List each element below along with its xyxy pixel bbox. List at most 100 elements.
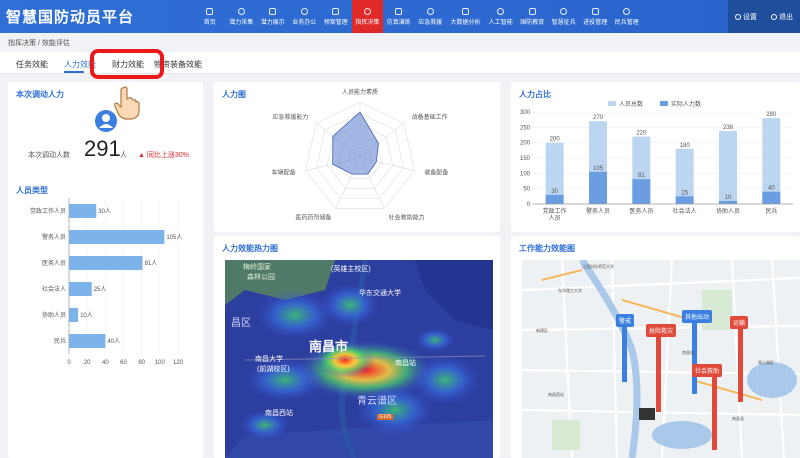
trend-badge: ▲ 同比上涨30% <box>138 150 189 160</box>
y-tick-label: 150 <box>520 156 531 162</box>
nav-item-0[interactable]: 首页 <box>194 0 226 33</box>
bar-1-1[interactable] <box>589 171 607 204</box>
annotation-highlight-box <box>90 49 164 79</box>
map-label-university-2: (前湖校区) <box>257 366 290 373</box>
map-place-0: 江西科技师范大学 <box>582 264 614 269</box>
nav-item-label: 业务办公 <box>292 19 317 26</box>
bar-2[interactable] <box>69 256 143 270</box>
breadcrumb-parent[interactable]: 指挥决策 <box>8 40 36 47</box>
bar-5[interactable] <box>69 334 106 348</box>
nav-item-4[interactable]: 预案管理 <box>320 0 352 33</box>
bar-1-2[interactable] <box>632 179 651 204</box>
nav-item-12[interactable]: 进役管理 <box>580 0 612 33</box>
work-map[interactable]: 警戒 抢险救灾 其他出动 运输 社会救助 江西科技师范大学 南昌站 青山湖区 东… <box>522 260 800 458</box>
nav-item-1[interactable]: 潜力采集 <box>226 0 258 33</box>
active-tab-indicator <box>64 71 84 73</box>
category-label: 警务人员 <box>42 233 66 241</box>
flag-social-aid[interactable]: 社会救助 <box>692 364 723 377</box>
bar-value-label: 200 <box>550 137 561 143</box>
nav-item-7[interactable]: 应急救援 <box>415 0 447 33</box>
bar-0[interactable] <box>69 204 97 218</box>
bar-0-4[interactable] <box>719 131 737 204</box>
nav-item-icon <box>462 7 469 15</box>
nav-item-icon <box>426 7 434 15</box>
radar-series-area[interactable] <box>332 111 379 175</box>
bar-1-3[interactable] <box>675 196 694 204</box>
y-tick-label: 250 <box>520 125 531 131</box>
map-label-station-2: 南昌站 <box>395 360 416 367</box>
category-label: 民兵 <box>54 337 66 345</box>
nav-item-2[interactable]: 潜力展示 <box>257 0 289 33</box>
bar-value-label: 40人 <box>107 338 120 345</box>
bar-value-label: 238 <box>723 125 734 131</box>
nav-item-icon <box>560 7 568 15</box>
settings-button[interactable]: 设置 <box>735 12 757 22</box>
breadcrumb: 指挥决策 / 效能评估 <box>8 38 70 48</box>
x-tick-label: 0 <box>67 360 71 366</box>
flag-other-dispatch[interactable]: 其他出动 <box>682 310 713 323</box>
x-tick-label: 40 <box>102 360 109 366</box>
flag-alert[interactable]: 警戒 <box>616 314 635 327</box>
bar-value-label: 105 <box>593 166 604 172</box>
exit-button[interactable]: 退出 <box>771 12 793 22</box>
bar-value-label: 10人 <box>80 312 93 319</box>
bar-3[interactable] <box>69 282 92 296</box>
nav-item-13[interactable]: 民兵管理 <box>611 0 643 33</box>
x-tick-label: 20 <box>84 360 91 366</box>
gear-icon <box>735 13 741 20</box>
x-tick-label: 60 <box>120 360 127 366</box>
flag-transport[interactable]: 运输 <box>730 316 749 329</box>
radar-axis-label: 车辆配备 <box>272 169 296 177</box>
trend-text: 同比上涨30% <box>146 152 189 159</box>
bar-value-label: 105人 <box>166 234 182 241</box>
nav-item-11[interactable]: 智慧征兵 <box>548 0 580 33</box>
nav-item-6[interactable]: 仿真演练 <box>383 0 415 33</box>
category-label: 党政工作人员 <box>30 207 66 215</box>
nav-item-label: 应急救援 <box>418 19 443 26</box>
nav-item-3[interactable]: 业务办公 <box>289 0 321 33</box>
category-label: 党政工作 <box>543 207 567 215</box>
map-label-park-2: 森林公园 <box>247 274 275 281</box>
bar-1-5[interactable] <box>762 191 781 204</box>
bar-1-0[interactable] <box>545 194 564 204</box>
bar-value-label: 81 <box>638 173 645 179</box>
main-nav: 首页 潜力采集 潜力展示 业务办公 预案管理 指挥决策 仿真演练 应急救援 大数据分析 人工智能国… <box>194 0 643 33</box>
nav-item-5[interactable]: 指挥决策 <box>351 0 383 33</box>
trend-up-icon: ▲ <box>138 152 145 159</box>
map-place-6: 南昌西站 <box>548 392 564 397</box>
exit-label: 退出 <box>779 13 793 21</box>
top-header: 智慧国防动员平台 首页 潜力采集 潜力展示 业务办公 预案管理 指挥决策 仿真演练 应急救援大… <box>0 0 800 33</box>
map-label-city: 南昌市 <box>309 339 349 354</box>
heatmap-panel: 人力效能热力图 梅岭国家 森林公园 (英雄主校区) 华东交通大学 昌区 南昌大学… <box>214 236 500 458</box>
nav-item-label: 国防教育 <box>520 19 545 26</box>
y-tick-label: 0 <box>527 202 531 208</box>
tab-task-efficiency[interactable]: 任务效能 <box>16 59 48 70</box>
map-label-park: 梅岭国家 <box>243 264 271 271</box>
category-label: 警务人员 <box>586 207 610 215</box>
radar-chart: 人员能力素质战备基础工作装备配备社会救助能力 医药药剂储备 车辆配备 应急救援能力 <box>272 88 449 221</box>
nav-item-icon <box>206 7 214 15</box>
bar-1-4[interactable] <box>719 200 737 204</box>
nav-item-icon <box>528 7 536 15</box>
nav-item-9[interactable]: 人工智能 <box>485 0 517 33</box>
nav-item-8[interactable]: 大数据分析 <box>446 0 485 33</box>
radar-axis-label: 应急救援能力 <box>272 113 308 121</box>
category-label: 医务人员 <box>629 207 653 215</box>
map-label-station: 华东交通大学 <box>359 290 401 297</box>
map-place-5: 南昌县 <box>732 416 744 421</box>
y-tick-label: 50 <box>523 187 530 193</box>
heatmap-map[interactable]: 梅岭国家 森林公园 (英雄主校区) 华东交通大学 昌区 南昌大学 (前湖校区) … <box>225 260 493 458</box>
header-actions: 设置 退出 <box>728 0 800 33</box>
bar-1[interactable] <box>69 230 165 244</box>
flag-rescue[interactable]: 抢险救灾 <box>646 324 677 337</box>
personnel-type-chart: 0 20 40 60 80 100 120 党政工作人员 30人警务人员 105人医务人员 81人社… <box>30 198 184 366</box>
x-tick-label: 100 <box>155 360 166 366</box>
bar-value-label: 30人 <box>98 208 111 215</box>
settings-label: 设置 <box>743 13 757 21</box>
y-tick-label: 300 <box>520 110 531 116</box>
y-tick-label: 200 <box>520 141 531 147</box>
bar-value-label: 10 <box>725 195 732 201</box>
nav-item-label: 人工智能 <box>488 19 513 26</box>
bar-4[interactable] <box>69 308 79 322</box>
nav-item-10[interactable]: 国防教育 <box>517 0 549 33</box>
